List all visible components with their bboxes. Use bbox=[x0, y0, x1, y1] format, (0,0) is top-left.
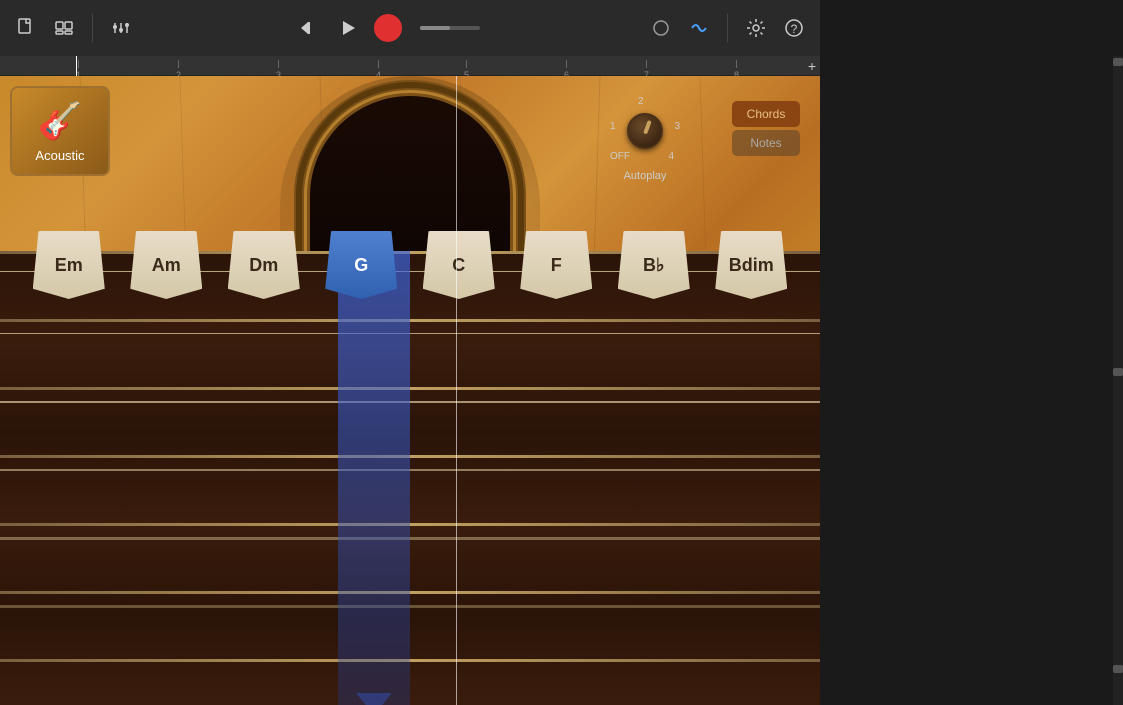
chord-key-bb[interactable]: B♭ bbox=[618, 231, 690, 299]
volume-slider[interactable] bbox=[420, 26, 480, 30]
chord-key-em[interactable]: Em bbox=[33, 231, 105, 299]
settings-icon[interactable] bbox=[742, 14, 770, 42]
chord-key-bb-body: B♭ bbox=[618, 231, 690, 299]
fretboard bbox=[0, 251, 820, 705]
transport-controls bbox=[294, 14, 402, 42]
smart-controls-icon[interactable] bbox=[685, 14, 713, 42]
chord-key-g[interactable]: G bbox=[325, 231, 397, 299]
rewind-button[interactable] bbox=[294, 14, 322, 42]
chord-keys-row: Em Am Dm G C F B♭ Bdim bbox=[0, 231, 820, 299]
playhead-ruler bbox=[76, 56, 77, 76]
instrument-name: Acoustic bbox=[35, 148, 84, 163]
string-5 bbox=[0, 537, 820, 540]
fret-6 bbox=[0, 659, 820, 662]
master-volume-icon[interactable] bbox=[647, 14, 675, 42]
autoplay-knob[interactable] bbox=[627, 113, 663, 149]
separator-1 bbox=[92, 14, 93, 42]
knob-label-4: 4 bbox=[668, 151, 674, 162]
chord-key-f[interactable]: F bbox=[520, 231, 592, 299]
instrument-panel: 🎸 Acoustic bbox=[10, 86, 110, 176]
chord-key-c[interactable]: C bbox=[423, 231, 495, 299]
knob-label-2: 2 bbox=[638, 96, 644, 107]
instrument-thumbnail[interactable]: 🎸 Acoustic bbox=[10, 86, 110, 176]
string-6 bbox=[0, 605, 820, 608]
chord-key-am[interactable]: Am bbox=[130, 231, 202, 299]
fret-2 bbox=[0, 387, 820, 390]
chord-key-f-body: F bbox=[520, 231, 592, 299]
scrollbar-thumb-mid bbox=[1113, 368, 1123, 376]
add-track-button[interactable]: + bbox=[808, 58, 816, 74]
chord-notes-toggle: Chords Notes bbox=[732, 101, 800, 156]
help-icon[interactable]: ? bbox=[780, 14, 808, 42]
sidebar-area bbox=[820, 0, 1123, 705]
separator-2 bbox=[727, 14, 728, 42]
new-file-icon[interactable] bbox=[12, 14, 40, 42]
record-button[interactable] bbox=[374, 14, 402, 42]
chords-button[interactable]: Chords bbox=[732, 101, 800, 127]
timeline-ruler: 1 2 3 4 5 6 7 8 + bbox=[0, 56, 820, 76]
guitar-icon: 🎸 bbox=[38, 100, 83, 142]
notes-button[interactable]: Notes bbox=[732, 130, 800, 156]
chord-key-em-body: Em bbox=[33, 231, 105, 299]
loop-icon[interactable] bbox=[50, 14, 78, 42]
knob-label-1: 1 bbox=[610, 121, 616, 132]
play-button[interactable] bbox=[334, 14, 362, 42]
scrollbar-thumb-top bbox=[1113, 58, 1123, 66]
chord-key-am-body: Am bbox=[130, 231, 202, 299]
mixer-icon[interactable] bbox=[107, 14, 135, 42]
string-3 bbox=[0, 401, 820, 403]
active-chord-highlight bbox=[338, 251, 410, 705]
scrollbar-thumb-bot bbox=[1113, 665, 1123, 673]
fret-3 bbox=[0, 455, 820, 458]
autoplay-panel: OFF 1 2 3 4 Autoplay bbox=[610, 96, 680, 182]
chord-key-dm[interactable]: Dm bbox=[228, 231, 300, 299]
ruler-marks: 1 2 3 4 5 6 7 8 bbox=[8, 56, 812, 76]
fret-1 bbox=[0, 319, 820, 322]
knob-label-off: OFF bbox=[610, 151, 630, 162]
chord-key-bdim-body: Bdim bbox=[715, 231, 787, 299]
toolbar: ? bbox=[0, 0, 820, 56]
string-4 bbox=[0, 469, 820, 471]
scrollbar-track[interactable] bbox=[1113, 56, 1123, 705]
fret-4 bbox=[0, 523, 820, 526]
string-2 bbox=[0, 333, 820, 334]
guitar-area: 🎸 Acoustic OFF 1 2 3 4 Autoplay Chords N… bbox=[0, 76, 820, 705]
autoplay-knob-area: OFF 1 2 3 4 bbox=[610, 96, 680, 166]
autoplay-label: Autoplay bbox=[624, 170, 667, 182]
playhead-main bbox=[456, 76, 457, 705]
chord-key-c-body: C bbox=[423, 231, 495, 299]
chord-key-g-body: G bbox=[325, 231, 397, 299]
fret-5 bbox=[0, 591, 820, 594]
chord-key-dm-body: Dm bbox=[228, 231, 300, 299]
svg-text:?: ? bbox=[791, 22, 798, 36]
chord-key-bdim[interactable]: Bdim bbox=[715, 231, 787, 299]
knob-label-3: 3 bbox=[674, 121, 680, 132]
